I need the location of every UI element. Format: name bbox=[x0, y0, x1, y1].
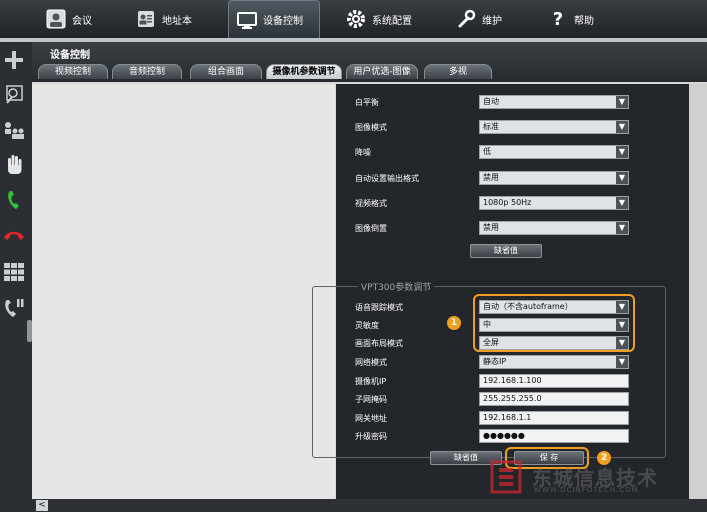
chevron-down-icon: ▼ bbox=[616, 197, 628, 209]
tab-user-pref-image[interactable]: 用户优选-图像 bbox=[346, 64, 418, 79]
image-setting-label: 白平衡 bbox=[355, 98, 379, 107]
tab-multiview[interactable]: 多视 bbox=[424, 64, 492, 79]
watermark-logo: 东城信息技术 WWW.DCINFOTECH.COM bbox=[488, 456, 683, 496]
select-value: 禁用 bbox=[483, 173, 499, 182]
tab-camera-params[interactable]: 摄像机参数调节 bbox=[266, 64, 342, 79]
vpt-label: 升级密码 bbox=[355, 432, 387, 441]
image-setting-label: 降噪 bbox=[355, 148, 371, 157]
horizontal-scrollbar[interactable]: < bbox=[32, 499, 707, 512]
vpt-label: 灵敏度 bbox=[355, 321, 379, 330]
nav-device-control-label: 设备控制 bbox=[263, 16, 303, 27]
image-mode-select[interactable]: 标准 ▼ bbox=[479, 120, 629, 134]
network-mode-select[interactable]: 静态IP ▼ bbox=[479, 355, 629, 369]
chevron-down-icon: ▼ bbox=[616, 172, 628, 184]
vpt300-title: VPT300参数调节 bbox=[358, 280, 435, 293]
phone-pause-icon[interactable] bbox=[2, 296, 26, 320]
preview-area bbox=[32, 84, 335, 499]
gear-icon bbox=[346, 9, 366, 29]
scroll-left-button[interactable]: < bbox=[36, 500, 48, 511]
camera-search-icon[interactable] bbox=[2, 82, 26, 106]
participants-icon[interactable] bbox=[2, 118, 26, 142]
white-balance-select[interactable]: 自动 ▼ bbox=[479, 95, 629, 109]
nav-maintenance-label: 维护 bbox=[482, 15, 502, 27]
nav-address-book-label: 地址本 bbox=[162, 15, 192, 27]
hand-icon[interactable] bbox=[2, 152, 26, 176]
nav-maintenance[interactable]: 维护 bbox=[456, 0, 516, 38]
nav-system-config[interactable]: 系统配置 bbox=[346, 0, 424, 38]
highlight-box-1 bbox=[473, 294, 635, 352]
select-value: 低 bbox=[483, 147, 491, 156]
image-setting-label: 视频格式 bbox=[355, 199, 387, 208]
nav-device-control[interactable]: 设备控制 bbox=[228, 0, 320, 38]
nav-address-book[interactable]: 地址本 bbox=[136, 0, 208, 38]
auto-output-format-select[interactable]: 禁用 ▼ bbox=[479, 171, 629, 185]
watermark-en: WWW.DCINFOTECH.COM bbox=[534, 486, 639, 494]
noise-reduction-select[interactable]: 低 ▼ bbox=[479, 145, 629, 159]
tab-video-control[interactable]: 视频控制 bbox=[38, 64, 108, 79]
title-bar: 设备控制 视频控制 音频控制 组合画面 摄像机参数调节 用户优选-图像 多视 bbox=[32, 42, 707, 82]
select-value: 标准 bbox=[483, 122, 499, 131]
grid-icon[interactable] bbox=[2, 260, 26, 284]
meeting-icon bbox=[46, 9, 66, 29]
vpt-label: 网络模式 bbox=[355, 358, 387, 367]
wrench-icon bbox=[456, 9, 476, 29]
upgrade-password-input[interactable]: ●●●●●● bbox=[479, 429, 629, 443]
select-value: 禁用 bbox=[483, 223, 499, 232]
nav-meeting[interactable]: 会议 bbox=[46, 0, 108, 38]
nav-help-label: 帮助 bbox=[574, 15, 594, 27]
nav-meeting-label: 会议 bbox=[72, 15, 92, 27]
chevron-down-icon: ▼ bbox=[616, 222, 628, 234]
nav-help[interactable]: ? 帮助 bbox=[548, 0, 600, 38]
callout-badge-1: 1 bbox=[447, 316, 461, 330]
watermark-emblem-icon bbox=[490, 460, 522, 494]
hangup-red-icon[interactable] bbox=[2, 224, 26, 248]
gateway-input[interactable]: 192.168.1.1 bbox=[479, 411, 629, 425]
page-title: 设备控制 bbox=[50, 50, 90, 61]
image-setting-label: 图像倒置 bbox=[355, 224, 387, 233]
tab-composite-view[interactable]: 组合画面 bbox=[190, 64, 262, 79]
video-format-select[interactable]: 1080p 50Hz ▼ bbox=[479, 196, 629, 210]
vpt-label: 语音跟踪模式 bbox=[355, 303, 403, 312]
tab-audio-control[interactable]: 音频控制 bbox=[112, 64, 182, 79]
camera-ip-input[interactable]: 192.168.1.100 bbox=[479, 374, 629, 388]
help-icon: ? bbox=[552, 8, 564, 30]
call-green-icon[interactable] bbox=[2, 188, 26, 212]
chevron-down-icon: ▼ bbox=[616, 356, 628, 368]
nav-system-config-label: 系统配置 bbox=[372, 15, 412, 27]
chevron-down-icon: ▼ bbox=[616, 96, 628, 108]
left-sidebar bbox=[0, 42, 28, 512]
vpt-label: 子网掩码 bbox=[355, 395, 387, 404]
image-setting-label: 自动设置输出格式 bbox=[355, 174, 419, 183]
vpt-label: 画面布局模式 bbox=[355, 339, 403, 348]
top-navigation: 会议 地址本 设备控制 系统配置 维护 ? 帮助 bbox=[0, 0, 707, 40]
monitor-icon bbox=[237, 10, 257, 30]
subnet-mask-input[interactable]: 255.255.255.0 bbox=[479, 392, 629, 406]
select-value: 1080p 50Hz bbox=[483, 198, 532, 207]
chevron-down-icon: ▼ bbox=[616, 146, 628, 158]
image-flip-select[interactable]: 禁用 ▼ bbox=[479, 221, 629, 235]
address-book-icon bbox=[136, 9, 156, 29]
vertical-scrollbar[interactable] bbox=[689, 84, 707, 499]
select-value: 自动 bbox=[483, 97, 499, 106]
select-value: 静态IP bbox=[483, 357, 507, 366]
vpt-label: 网关地址 bbox=[355, 414, 387, 423]
plus-icon[interactable] bbox=[2, 48, 26, 72]
image-setting-label: 图像模式 bbox=[355, 123, 387, 132]
image-default-button[interactable]: 缺省值 bbox=[470, 244, 542, 258]
vpt-label: 摄像机IP bbox=[355, 377, 387, 386]
chevron-down-icon: ▼ bbox=[616, 121, 628, 133]
